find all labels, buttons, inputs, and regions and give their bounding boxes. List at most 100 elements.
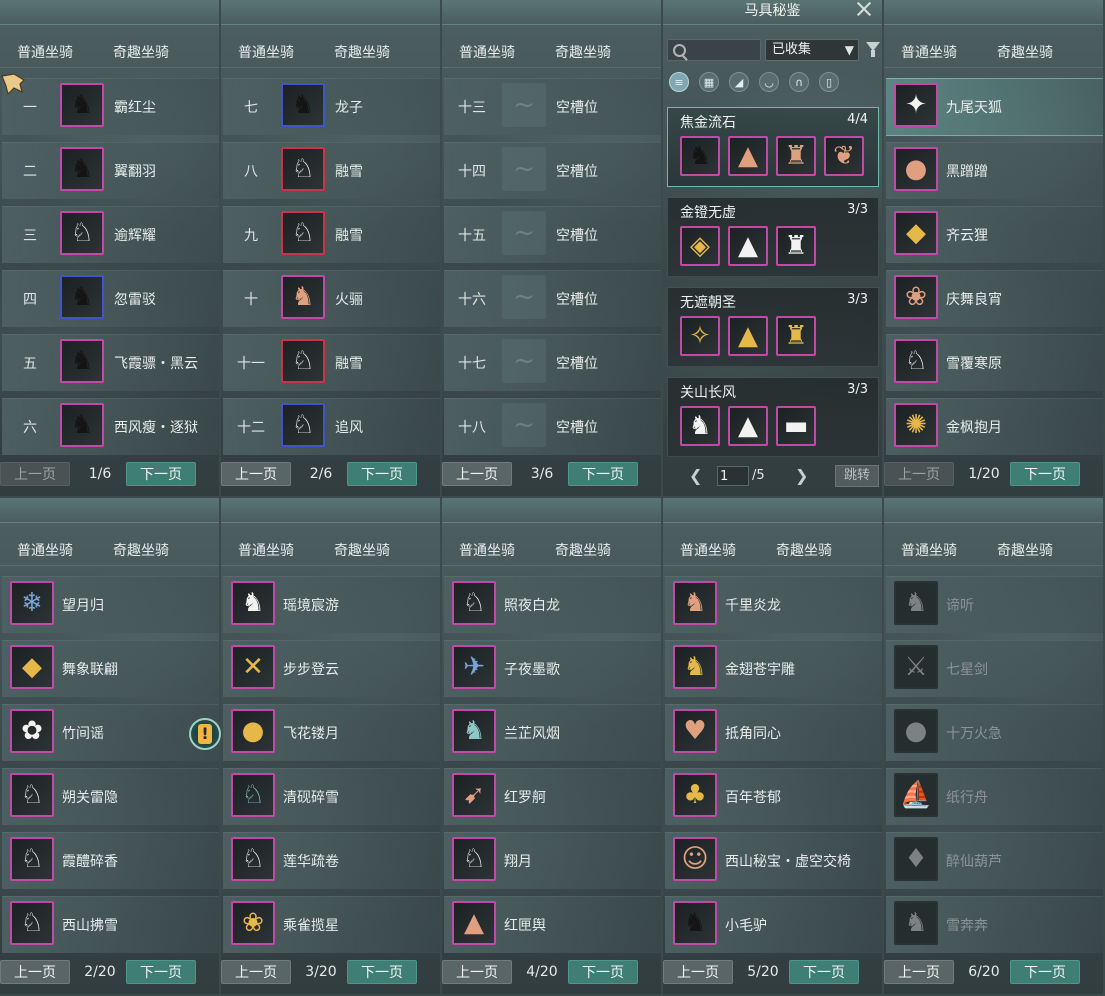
mount-list-item[interactable]: 六 ♞ 西风瘦・逐狱 — [2, 398, 219, 455]
mount-list-item[interactable]: ♘ 照夜白龙 — [444, 576, 661, 633]
mount-list-item[interactable]: 十六 ~ 空槽位 — [444, 270, 661, 327]
mount-list-item[interactable]: ♘ 朔关雷隐 — [2, 768, 219, 825]
tab-fancy-mounts[interactable]: 奇趣坐骑 — [113, 540, 169, 560]
prev-page-button[interactable]: 上一页 — [221, 462, 291, 486]
category-grid-icon[interactable]: ▦ — [699, 72, 719, 92]
mount-list-item[interactable]: 十五 ~ 空槽位 — [444, 206, 661, 263]
mount-list-item[interactable]: ⛵ 纸行舟 — [886, 768, 1103, 825]
mount-list-item[interactable]: ⚔ 七星剑 — [886, 640, 1103, 697]
mount-list-item[interactable]: ♘ 霞醴碎香 — [2, 832, 219, 889]
mount-list-item[interactable]: ♣ 百年苍郁 — [665, 768, 882, 825]
category-armor-icon[interactable]: ▯ — [819, 72, 839, 92]
mount-list-item[interactable]: ♞ 瑶境宸游 — [223, 576, 440, 633]
tab-fancy-mounts[interactable]: 奇趣坐骑 — [776, 540, 832, 560]
mount-list-item[interactable]: 十三 ~ 空槽位 — [444, 78, 661, 135]
gear-item-icon[interactable]: ▲ — [728, 226, 768, 266]
mount-list-item[interactable]: ♞ 雪奔奔 — [886, 896, 1103, 953]
next-page-button[interactable]: 下一页 — [1010, 462, 1080, 486]
mount-list-item[interactable]: 七 ♞ 龙子 — [223, 78, 440, 135]
gear-item-icon[interactable]: ♞ — [680, 136, 720, 176]
next-page-button[interactable]: 下一页 — [568, 960, 638, 984]
mount-list-item[interactable]: ✕ 步步登云 — [223, 640, 440, 697]
next-page-button[interactable]: 下一页 — [568, 462, 638, 486]
gear-item-icon[interactable]: ♜ — [776, 226, 816, 266]
mount-list-item[interactable]: ◆ 齐云狸 — [886, 206, 1103, 263]
prev-page-button[interactable]: 上一页 — [884, 960, 954, 984]
mount-list-item[interactable]: ✈ 子夜墨歌 — [444, 640, 661, 697]
mount-list-item[interactable]: ♘ 清砚碎雪 — [223, 768, 440, 825]
tab-normal-mounts[interactable]: 普通坐骑 — [238, 540, 294, 560]
mount-list-item[interactable]: ☺ 西山秘宝・虚空交椅 — [665, 832, 882, 889]
prev-page-button[interactable]: 上一页 — [442, 960, 512, 984]
category-bridle-icon[interactable]: ◡ — [759, 72, 779, 92]
alert-icon[interactable]: ! — [189, 718, 221, 750]
mount-list-item[interactable]: ❀ 乘雀揽星 — [223, 896, 440, 953]
mount-list-item[interactable]: 四 ♞ 忽雷驳 — [2, 270, 219, 327]
mount-list-item[interactable]: ▲ 红匣舆 — [444, 896, 661, 953]
jump-button[interactable]: 跳转 — [835, 465, 879, 487]
page-number-input[interactable] — [717, 466, 749, 486]
mount-list-item[interactable]: 一 ♞ 霸红尘 — [2, 78, 219, 135]
tab-fancy-mounts[interactable]: 奇趣坐骑 — [334, 540, 390, 560]
next-page-button[interactable]: 下一页 — [126, 462, 196, 486]
mount-list-item[interactable]: ♥ 抵角同心 — [665, 704, 882, 761]
mount-list-item[interactable]: 十七 ~ 空槽位 — [444, 334, 661, 391]
mount-list-item[interactable]: ❀ 庆舞良宵 — [886, 270, 1103, 327]
mount-list-item[interactable]: ♞ 小毛驴 — [665, 896, 882, 953]
mount-list-item[interactable]: ✺ 金枫抱月 — [886, 398, 1103, 455]
next-page-button[interactable]: 下一页 — [347, 960, 417, 984]
mount-list-item[interactable]: ♦ 醉仙葫芦 — [886, 832, 1103, 889]
prev-page-button[interactable]: 上一页 — [663, 960, 733, 984]
mount-list-item[interactable]: ❄ 望月归 — [2, 576, 219, 633]
next-page-button[interactable]: 下一页 — [1010, 960, 1080, 984]
gear-set-card[interactable]: 金镫无虚 3/3 ◈ ▲ ♜ — [667, 197, 879, 277]
close-icon[interactable] — [855, 0, 873, 18]
category-horseshoe-icon[interactable]: ∩ — [789, 72, 809, 92]
gear-set-card[interactable]: 无遮朝圣 3/3 ✧ ▲ ♜ — [667, 287, 879, 367]
tab-normal-mounts[interactable]: 普通坐骑 — [901, 540, 957, 560]
search-field[interactable] — [667, 39, 762, 61]
gear-item-icon[interactable]: ▲ — [728, 136, 768, 176]
mount-list-item[interactable]: ♞ 千里炎龙 — [665, 576, 882, 633]
mount-list-item[interactable]: ◆ 舞象联翩 — [2, 640, 219, 697]
tab-fancy-mounts[interactable]: 奇趣坐骑 — [555, 42, 611, 62]
search-input[interactable] — [688, 41, 762, 61]
mount-list-item[interactable]: ♘ 莲华疏卷 — [223, 832, 440, 889]
mount-list-item[interactable]: ♘ 雪覆寒原 — [886, 334, 1103, 391]
category-saddle-icon[interactable]: ◢ — [729, 72, 749, 92]
chevron-right-icon[interactable]: ❯ — [795, 466, 808, 485]
tab-fancy-mounts[interactable]: 奇趣坐骑 — [113, 42, 169, 62]
mount-list-item[interactable]: 八 ♘ 融雪 — [223, 142, 440, 199]
mount-list-item[interactable]: ✿ 竹间谣 — [2, 704, 219, 761]
tab-fancy-mounts[interactable]: 奇趣坐骑 — [997, 540, 1053, 560]
mount-list-item[interactable]: 五 ♞ 飞霞骠・黑云 — [2, 334, 219, 391]
filter-icon[interactable] — [866, 42, 880, 57]
mount-list-item[interactable]: 十四 ~ 空槽位 — [444, 142, 661, 199]
mount-list-item[interactable]: ✦ 九尾天狐 — [886, 78, 1103, 136]
gear-item-icon[interactable]: ▬ — [776, 406, 816, 446]
gear-set-card[interactable]: 关山长风 3/3 ♞ ▲ ▬ — [667, 377, 879, 457]
gear-item-icon[interactable]: ♞ — [680, 406, 720, 446]
prev-page-button[interactable]: 上一页 — [442, 462, 512, 486]
mount-list-item[interactable]: 九 ♘ 融雪 — [223, 206, 440, 263]
mount-list-item[interactable]: 十八 ~ 空槽位 — [444, 398, 661, 455]
mount-list-item[interactable]: 二 ♞ 翼翻羽 — [2, 142, 219, 199]
prev-page-button[interactable]: 上一页 — [0, 462, 70, 486]
tab-normal-mounts[interactable]: 普通坐骑 — [680, 540, 736, 560]
mount-list-item[interactable]: 十 ♞ 火骊 — [223, 270, 440, 327]
collection-filter-select[interactable]: 已收集 ▼ — [765, 39, 859, 61]
mount-list-item[interactable]: ● 十万火急 — [886, 704, 1103, 761]
mount-list-item[interactable]: 三 ♘ 逾辉耀 — [2, 206, 219, 263]
gear-item-icon[interactable]: ♜ — [776, 316, 816, 356]
tab-normal-mounts[interactable]: 普通坐骑 — [459, 540, 515, 560]
gear-item-icon[interactable]: ▲ — [728, 406, 768, 446]
mount-list-item[interactable]: ♘ 西山拂雪 — [2, 896, 219, 953]
mount-list-item[interactable]: ♞ 兰芷风烟 — [444, 704, 661, 761]
mount-list-item[interactable]: ● 黑蹭蹭 — [886, 142, 1103, 199]
tab-normal-mounts[interactable]: 普通坐骑 — [901, 42, 957, 62]
mount-list-item[interactable]: ♘ 翔月 — [444, 832, 661, 889]
mount-list-item[interactable]: 十一 ♘ 融雪 — [223, 334, 440, 391]
prev-page-button[interactable]: 上一页 — [0, 960, 70, 984]
tab-normal-mounts[interactable]: 普通坐骑 — [238, 42, 294, 62]
mount-list-item[interactable]: 十二 ♘ 追风 — [223, 398, 440, 455]
